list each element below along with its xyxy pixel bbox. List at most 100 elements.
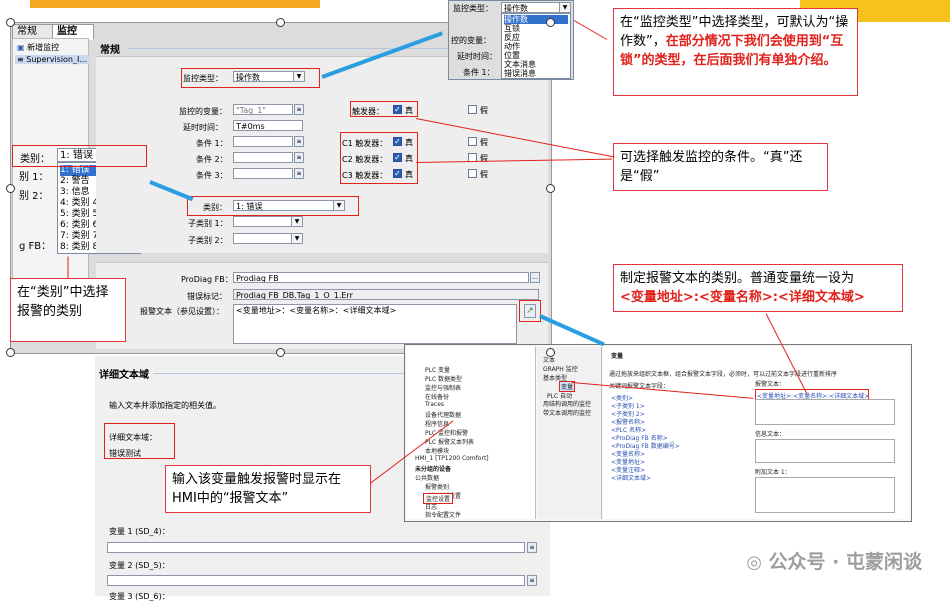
subcat2-select[interactable]: ▼ (233, 233, 303, 244)
cond1-picker-icon[interactable]: ≡ (294, 136, 304, 147)
highlight-trigger (350, 101, 418, 117)
var1-field[interactable] (107, 542, 525, 553)
section-title-general: 常规 (100, 45, 120, 56)
monitor-type-popup: 监控类型： 控的变量： 延时时间： 条件 1： 操作数 ▼ 操作数 互锁 反应 … (448, 0, 574, 80)
resize-handle[interactable] (546, 348, 555, 357)
type-option-text-message[interactable]: 文本消息 (504, 60, 568, 69)
inset-tree-item[interactable]: 设备代理数据 (425, 410, 461, 419)
resize-handle[interactable] (276, 18, 285, 27)
highlight-c-triggers (340, 132, 418, 184)
cond3-picker-icon[interactable]: ≡ (294, 168, 304, 179)
type-option-reaction[interactable]: 反应 (504, 33, 568, 42)
red-line-popup (573, 20, 608, 40)
c1-false-checkbox[interactable] (468, 137, 477, 146)
inset-keyword[interactable]: <详细文本域> (611, 473, 651, 482)
inset-nav-item[interactable]: GRAPH 监控 (543, 364, 578, 373)
type-option-interlock[interactable]: 互锁 (504, 24, 568, 33)
tree-item-supervision[interactable]: ≡ Supervision_I... (15, 55, 89, 64)
prodiag-fb-field[interactable]: Prodiag FB (233, 272, 529, 283)
watermark: ◎ 公众号 · 屯蒙闲谈 (746, 551, 922, 573)
type-option-position[interactable]: 位置 (504, 51, 568, 60)
cond1-field[interactable] (233, 136, 293, 147)
popup-type-label: 监控类型： (453, 4, 493, 13)
inset-extra-label: 附加文本 1： (755, 469, 791, 476)
inset-tree-item[interactable]: HMI_1 [TP1200 Comfort] (415, 455, 489, 462)
header-accent-bar (30, 0, 320, 8)
var1-picker-icon[interactable]: ≡ (527, 542, 537, 553)
prodiag-fb-label: ProDiag FB： (181, 275, 233, 284)
alarm-settings-inset: PLC 变量 PLC 数据类型 监控与强制表 在线备份 Traces 设备代理数… (404, 344, 912, 522)
c1-false-text: 假 (480, 138, 488, 147)
resize-handle[interactable] (6, 348, 15, 357)
highlight-monitor-type (181, 68, 320, 88)
subcat2-label: 子类别 2： (188, 236, 228, 245)
cond2-label: 条件 2： (196, 155, 228, 164)
var2-picker-icon[interactable]: ≡ (527, 575, 537, 586)
inset-alarm-text-box[interactable] (755, 399, 895, 425)
inset-header: 变量 (611, 353, 624, 360)
monitor-type-options[interactable]: 操作数 互锁 反应 动作 位置 文本消息 错误消息 (501, 13, 571, 79)
prodiag-fb-picker-icon[interactable]: … (530, 272, 540, 283)
type-option-operand[interactable]: 操作数 (504, 15, 568, 24)
inset-tree-item[interactable]: PLC 报警文本列表 (425, 437, 474, 446)
popup-type-select[interactable]: 操作数 ▼ (501, 2, 571, 13)
c3-false-checkbox[interactable] (468, 169, 477, 178)
add-supervision-item[interactable]: ▣ 新增监控 (17, 42, 59, 53)
left-sub2-label: 别 2： (19, 191, 49, 202)
inset-tree-item[interactable]: 未分组的设备 (415, 464, 451, 473)
type-option-action[interactable]: 动作 (504, 42, 568, 51)
inset-content: 变量 通过拖放来组织文本框，组合报警文本字段，必须时，可以过前文本字段进行重新排… (603, 347, 909, 519)
inset-info-box[interactable] (755, 439, 895, 463)
inset-tree-item[interactable]: PLC 变量 (425, 365, 450, 374)
type-option-error-message[interactable]: 错误消息 (504, 69, 568, 78)
resize-handle[interactable] (6, 184, 15, 193)
var-picker-icon[interactable]: ≡ (294, 104, 304, 115)
alarm-text-label: 报警文本（参见设置）： (140, 307, 224, 316)
inset-tree-item[interactable]: 监控与强制表 (425, 383, 461, 392)
resize-handle[interactable] (546, 184, 555, 193)
trigger-false-text: 假 (480, 106, 488, 115)
inset-project-tree: PLC 变量 PLC 数据类型 监控与强制表 在线备份 Traces 设备代理数… (407, 347, 536, 519)
inset-tree-item[interactable]: 公共数据 (415, 473, 439, 482)
inset-extra-box[interactable] (755, 477, 895, 513)
cond2-picker-icon[interactable]: ≡ (294, 152, 304, 163)
inset-nav-item[interactable]: 带文本调用的监控 (543, 408, 591, 417)
supervision-icon: ≡ (17, 55, 24, 64)
alarm-text-field[interactable]: <变量地址>：<变量名称>：<详细文本域> (233, 304, 517, 344)
chevron-down-icon: ▼ (291, 234, 302, 243)
highlight-detail-field (104, 423, 175, 459)
var2-field[interactable] (107, 575, 525, 586)
resize-handle[interactable] (6, 18, 15, 27)
inset-tree-item[interactable]: 指令配置文件 (425, 510, 461, 519)
popup-delay-label: 延时时间： (457, 52, 497, 61)
subcat1-select[interactable]: ▼ (233, 216, 303, 227)
watched-var-label: 监控的变量： (179, 107, 227, 116)
inset-tree-item[interactable]: 报警类别 (425, 482, 449, 491)
inset-nav-item[interactable]: 用结构调用的监控 (543, 399, 591, 408)
cond1-label: 条件 1： (196, 139, 228, 148)
error-mark-field: Prodiag FB_DB.Tag_1_O_1.Err (233, 289, 539, 300)
cond3-field[interactable] (233, 168, 293, 179)
cond3-label: 条件 3： (196, 171, 228, 180)
delay-field[interactable]: T#0ms (233, 120, 303, 131)
chevron-down-icon: ▼ (291, 217, 302, 226)
add-icon: ▣ (17, 43, 25, 52)
resize-handle[interactable] (546, 18, 555, 27)
cond2-field[interactable] (233, 152, 293, 163)
callout-monitor-type: 在“监控类型”中选择类型，可默认为“操作数”，在部分情况下我们会使用到“互锁”的… (613, 8, 858, 96)
highlight-left-category (12, 145, 147, 167)
resize-handle[interactable] (276, 348, 285, 357)
inset-tree-item[interactable]: 本地模块 (425, 446, 449, 455)
highlight-category (187, 196, 359, 216)
highlight-edit-button (519, 300, 541, 322)
wechat-icon: ◎ (746, 552, 762, 573)
inset-tree-item[interactable]: PLC 数据类型 (425, 374, 462, 383)
trigger-false-checkbox[interactable] (468, 105, 477, 114)
callout-trigger: 可选择触发监控的条件。“真”还是“假” (613, 143, 828, 191)
detail-section-title: 详细文本域 (99, 370, 149, 381)
inset-tree-item[interactable]: Traces (425, 401, 444, 408)
watched-var-field[interactable]: "Tag_1" (233, 104, 293, 115)
inset-tree-item[interactable]: 在线备份 (425, 392, 449, 401)
inset-alarm-text-label: 报警文本： (755, 381, 786, 388)
callout-detail-text: 输入该变量触发报警时显示在HMI中的“报警文本” (165, 465, 371, 513)
